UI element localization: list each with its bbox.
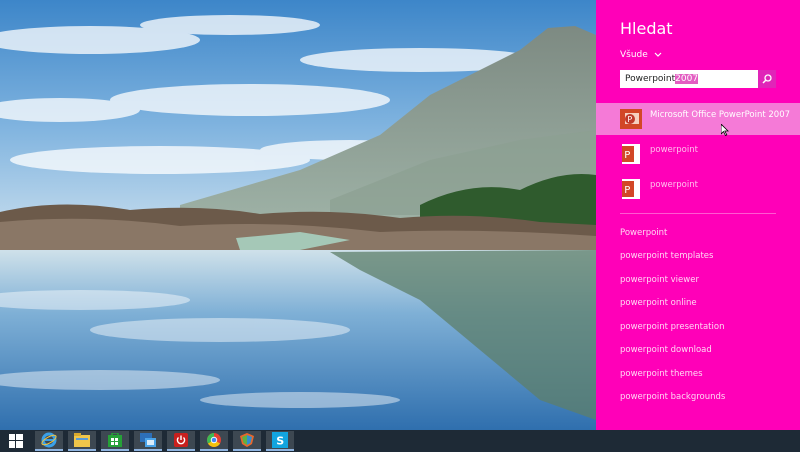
search-icon (762, 74, 772, 84)
search-result-item[interactable]: P Microsoft Office PowerPoint 2007 (596, 103, 800, 135)
search-suggestion[interactable]: powerpoint templates (620, 251, 713, 261)
taskbar-power[interactable] (167, 431, 195, 451)
internet-explorer-icon (41, 432, 57, 448)
search-suggestion[interactable]: powerpoint themes (620, 369, 703, 379)
shield-app-icon (240, 433, 254, 447)
search-query-text: Powerpoint (625, 74, 676, 84)
remote-desktop-icon (140, 433, 156, 447)
taskbar: S (0, 430, 800, 452)
result-label: Microsoft Office PowerPoint 2007 (650, 110, 791, 120)
chrome-icon (207, 433, 221, 447)
search-suggestion[interactable]: powerpoint presentation (620, 322, 724, 332)
search-result-item[interactable]: P powerpoint (596, 138, 800, 170)
taskbar-chrome[interactable] (200, 431, 228, 451)
search-suggestion[interactable]: powerpoint download (620, 345, 712, 355)
svg-text:P: P (624, 185, 630, 196)
taskbar-remote-desktop[interactable] (134, 431, 162, 451)
taskbar-skype[interactable]: S (266, 431, 294, 451)
chevron-down-icon (654, 52, 662, 57)
search-scope-dropdown[interactable]: Všude (620, 50, 662, 60)
start-button[interactable] (2, 431, 30, 451)
powerpoint-file-icon: P (622, 144, 640, 164)
file-explorer-icon (74, 433, 90, 447)
taskbar-file-explorer[interactable] (68, 431, 96, 451)
search-result-item[interactable]: P powerpoint (596, 173, 800, 205)
search-autocomplete-text: 2007 (675, 74, 699, 84)
desktop-wallpaper (0, 0, 596, 430)
taskbar-internet-explorer[interactable] (35, 431, 63, 451)
skype-icon: S (272, 432, 288, 448)
search-input[interactable]: Powerpoint2007 (620, 70, 776, 88)
powerpoint-file-icon: P (622, 179, 640, 199)
search-scope-label: Všude (620, 50, 648, 60)
search-suggestion[interactable]: powerpoint backgrounds (620, 392, 725, 402)
power-icon (174, 433, 188, 447)
store-icon (108, 433, 122, 447)
result-label: powerpoint (650, 145, 698, 155)
results-divider (620, 213, 776, 214)
start-icon (9, 434, 23, 448)
result-label: powerpoint (650, 180, 698, 190)
search-suggestion[interactable]: Powerpoint (620, 228, 667, 238)
search-suggestion[interactable]: powerpoint viewer (620, 275, 699, 285)
svg-text:S: S (276, 435, 284, 448)
svg-text:P: P (627, 115, 632, 124)
search-button[interactable] (758, 70, 776, 88)
taskbar-shield-app[interactable] (233, 431, 261, 451)
search-suggestion[interactable]: powerpoint online (620, 298, 697, 308)
office-powerpoint-2007-icon: P (620, 109, 642, 129)
search-panel-title: Hledat (620, 19, 673, 38)
taskbar-store[interactable] (101, 431, 129, 451)
svg-text:P: P (624, 150, 630, 161)
search-charm-panel: Hledat Všude Powerpoint2007 P Microsoft … (596, 0, 800, 452)
mouse-cursor-icon (721, 124, 729, 136)
